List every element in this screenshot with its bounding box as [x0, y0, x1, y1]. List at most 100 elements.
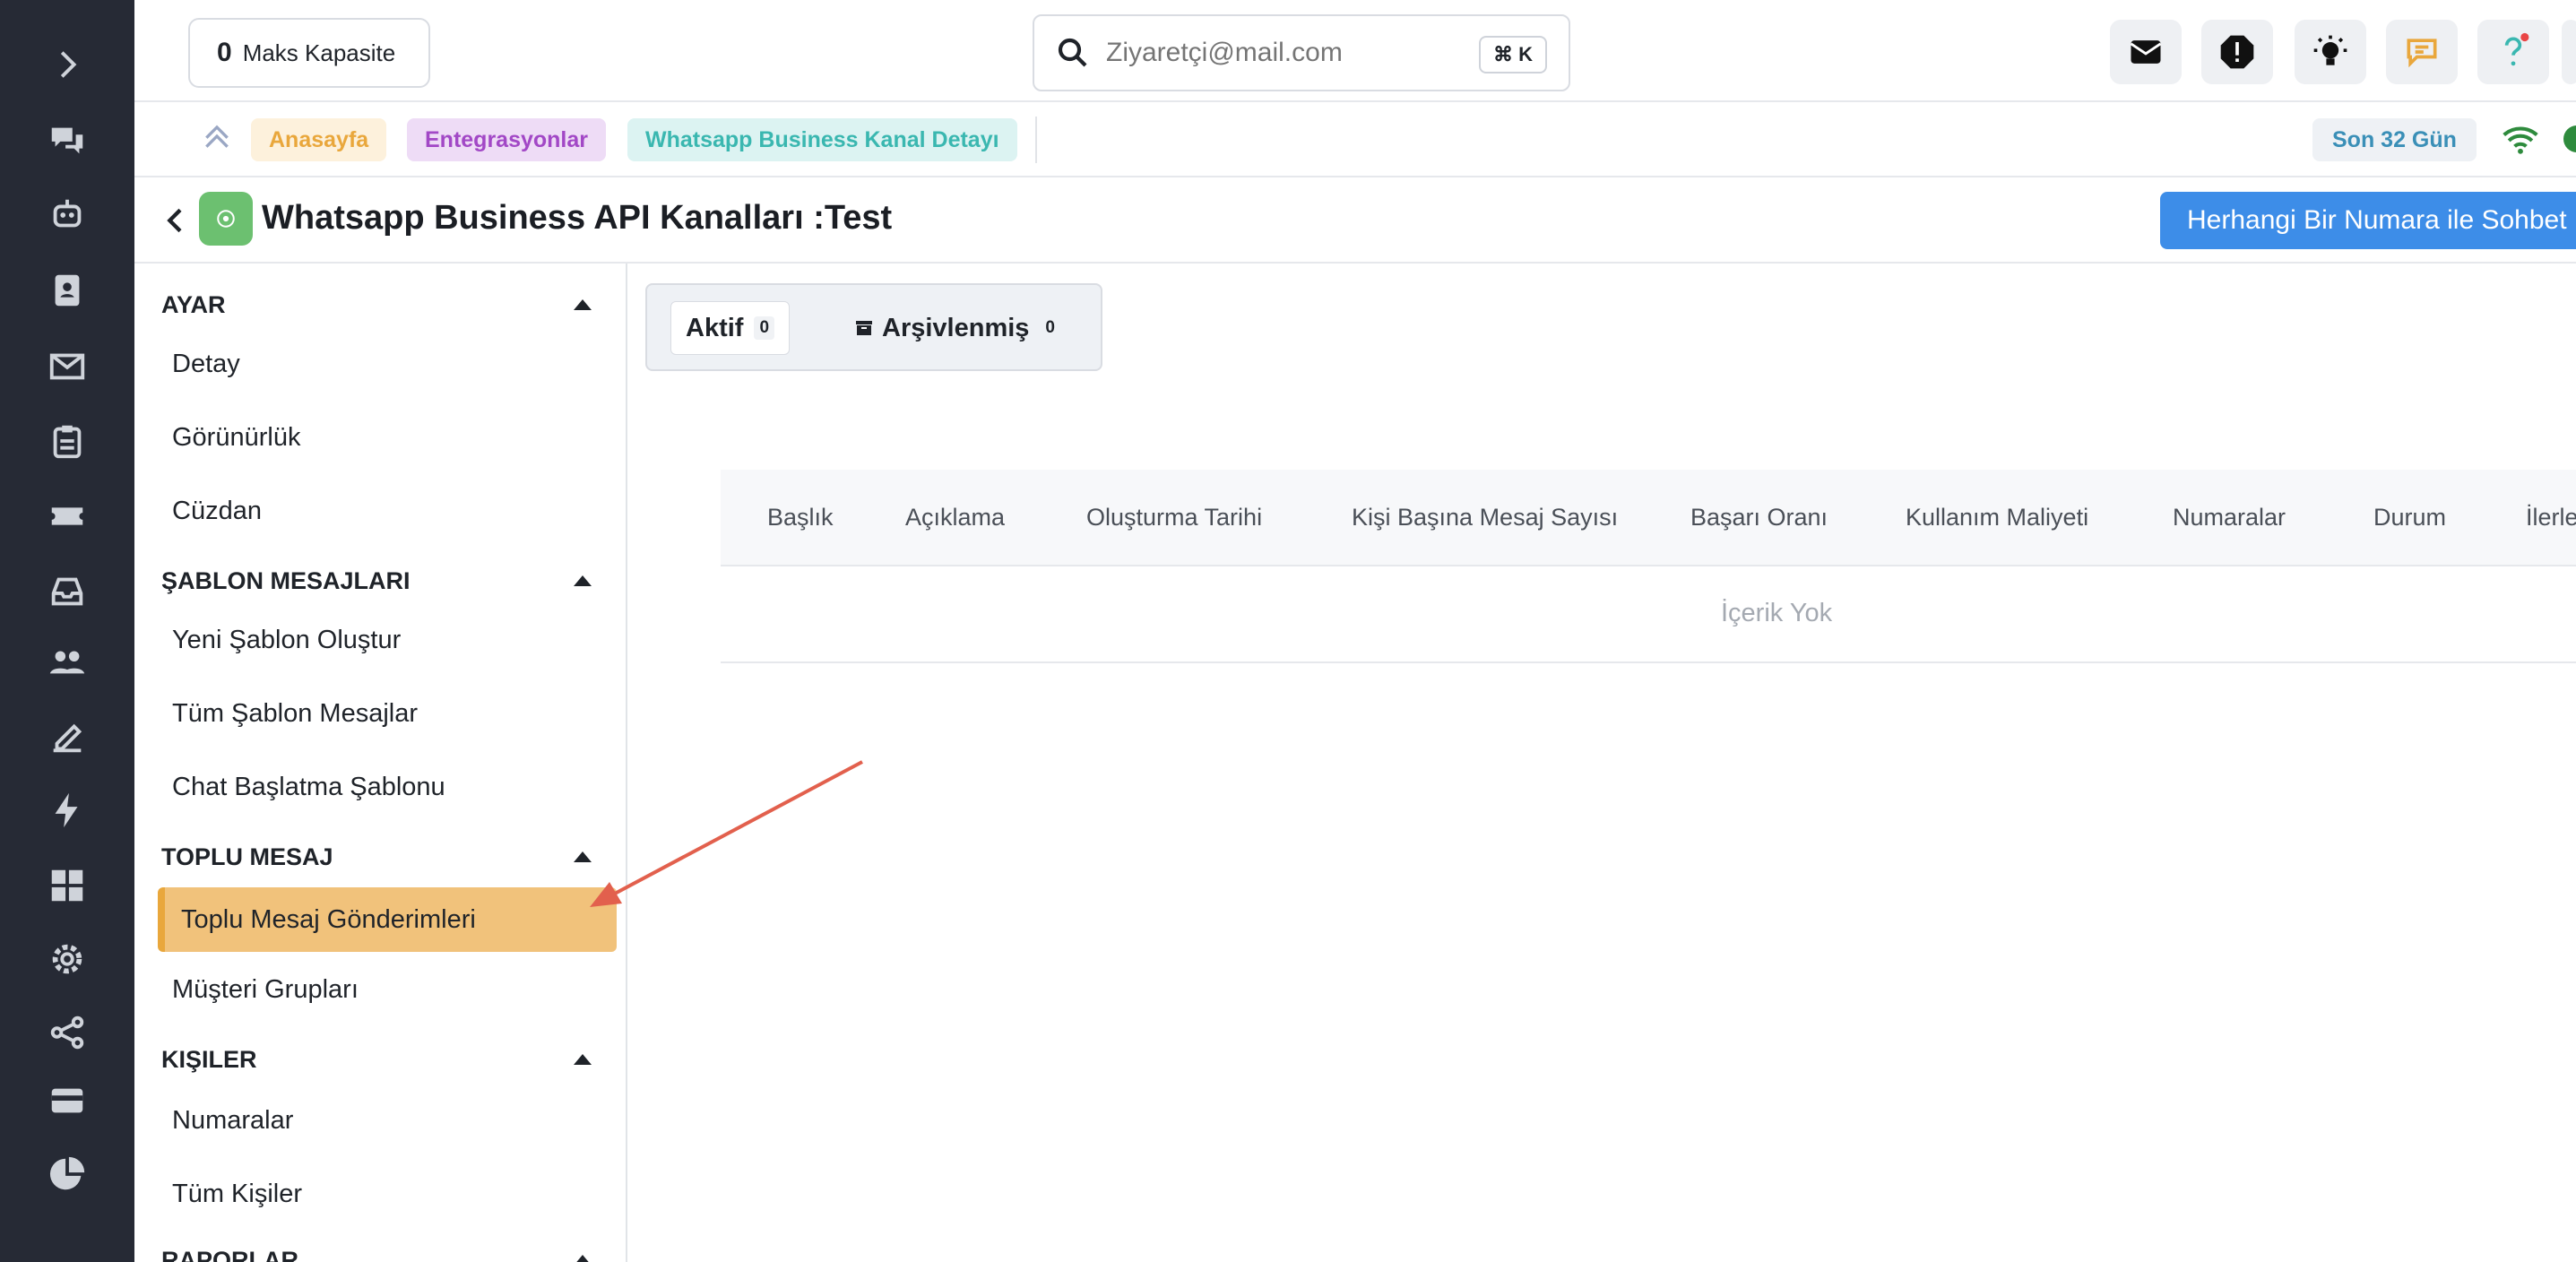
rail-tasks[interactable]: [0, 409, 134, 473]
column-header[interactable]: Kullanım Maliyeti: [1906, 504, 2088, 532]
messages-button[interactable]: [2110, 20, 2182, 84]
rail-bots[interactable]: [0, 183, 134, 247]
page-header: Whatsapp Business API Kanalları :Test He…: [134, 177, 2576, 264]
lightbulb-icon: [2313, 35, 2347, 65]
share-nodes-icon: [50, 1016, 84, 1050]
tab-count: 0: [754, 316, 775, 340]
live-chat-button[interactable]: [2386, 20, 2458, 84]
search-box[interactable]: ⌘ K: [1033, 14, 1570, 91]
section-bulk-message[interactable]: TOPLU MESAJ: [161, 839, 609, 875]
caret-up-icon: [574, 575, 592, 586]
tab-label: Arşivlenmiş: [882, 313, 1030, 342]
column-header[interactable]: İlerleme: [2526, 504, 2576, 532]
alert-octagon-icon: [2220, 35, 2254, 69]
caret-up-icon: [574, 1255, 592, 1262]
expand-rail-button[interactable]: [0, 32, 134, 97]
top-bar: 0 Maks Kapasite ⌘ K: [134, 0, 2576, 102]
column-header[interactable]: Başlık: [767, 504, 834, 532]
chevron-right-icon: [60, 51, 77, 78]
section-templates[interactable]: ŞABLON MESAJLARI: [161, 563, 609, 599]
main-rail: [0, 0, 134, 1262]
rail-tickets[interactable]: [0, 484, 134, 549]
search-icon: [1058, 38, 1087, 67]
start-chat-button[interactable]: Herhangi Bir Numara ile Sohbet: [2160, 192, 2576, 249]
rail-chats[interactable]: [0, 108, 134, 172]
nav-item-wallet[interactable]: Cüzdan: [172, 497, 262, 526]
ticket-icon: [51, 507, 83, 525]
rail-reports[interactable]: [0, 1142, 134, 1206]
lightning-icon: [55, 792, 78, 828]
rail-integrations[interactable]: [0, 1000, 134, 1065]
column-header[interactable]: Açıklama: [905, 504, 1005, 532]
rail-contacts[interactable]: [0, 258, 134, 323]
nav-item-visibility[interactable]: Görünürlük: [172, 423, 300, 453]
tab-label: Aktif: [686, 313, 744, 342]
breadcrumb-integrations[interactable]: Entegrasyonlar: [407, 118, 607, 161]
breadcrumb-channel-detail[interactable]: Whatsapp Business Kanal Detayı: [627, 118, 1017, 161]
caret-up-icon: [574, 299, 592, 310]
empty-state-row: İçerik Yok: [721, 566, 2576, 663]
rail-billing[interactable]: [0, 1068, 134, 1133]
annotation-arrow: [590, 760, 863, 907]
pie-chart-icon: [49, 1156, 85, 1190]
search-input[interactable]: [1106, 38, 1465, 68]
column-header[interactable]: Oluşturma Tarihi: [1086, 504, 1262, 532]
section-contacts[interactable]: KIŞILER: [161, 1042, 609, 1077]
nav-item-all-contacts[interactable]: Tüm Kişiler: [172, 1180, 302, 1209]
envelope-icon: [49, 353, 85, 380]
envelope-icon: [2130, 40, 2162, 64]
chat-bubbles-icon: [51, 127, 83, 154]
nav-item-new-template[interactable]: Yeni Şablon Oluştur: [172, 626, 401, 655]
nav-item-chat-start-template[interactable]: Chat Başlatma Şablonu: [172, 773, 445, 802]
nav-item-detail[interactable]: Detay: [172, 350, 240, 379]
collapse-chevron-up-icon[interactable]: [199, 118, 235, 154]
tab-active[interactable]: Aktif 0: [670, 301, 791, 355]
column-header[interactable]: Numaralar: [2173, 504, 2286, 532]
breadcrumb-home[interactable]: Anasayfa: [251, 118, 387, 161]
profile-button[interactable]: [2562, 20, 2576, 84]
section-title: KIŞILER: [161, 1045, 257, 1073]
channel-settings-nav: AYAR Detay Görünürlük Cüzdan ŞABLON MESA…: [134, 264, 627, 1262]
rail-automation[interactable]: [0, 778, 134, 843]
tab-count: 0: [1045, 318, 1055, 337]
alerts-button[interactable]: [2201, 20, 2273, 84]
rail-inbox[interactable]: [0, 559, 134, 624]
contact-book-icon: [55, 274, 80, 307]
section-reports[interactable]: RAPORLAR: [161, 1242, 609, 1262]
rail-mail[interactable]: [0, 333, 134, 398]
theme-toggle-button[interactable]: [2295, 20, 2366, 84]
section-title: RAPORLAR: [161, 1246, 298, 1262]
nav-item-customer-groups[interactable]: Müşteri Grupları: [172, 975, 359, 1005]
back-arrow-icon[interactable]: [158, 203, 194, 238]
status-tabs: Aktif 0 Arşivlenmiş 0: [645, 283, 1102, 371]
section-ayar[interactable]: AYAR: [161, 287, 609, 323]
breadcrumb-divider: [1035, 117, 1037, 163]
capacity-label: Maks Kapasite: [242, 39, 396, 66]
rail-dashboard[interactable]: [0, 853, 134, 918]
whatsapp-channel-icon: [199, 192, 253, 246]
column-header[interactable]: Durum: [2373, 504, 2446, 532]
rail-forms[interactable]: [0, 704, 134, 769]
robot-icon: [53, 199, 82, 228]
archive-box-icon: [856, 321, 872, 335]
capacity-value: 0: [217, 38, 232, 67]
nav-item-all-templates[interactable]: Tüm Şablon Mesajlar: [172, 699, 418, 729]
empty-state-text: İçerik Yok: [1721, 599, 1833, 627]
capacity-badge[interactable]: 0 Maks Kapasite: [188, 18, 430, 88]
page-title: Whatsapp Business API Kanalları :Test: [262, 199, 893, 237]
column-header[interactable]: Başarı Oranı: [1690, 504, 1828, 532]
chat-bubble-icon: [2407, 39, 2437, 68]
clipboard-icon: [53, 425, 82, 459]
column-header[interactable]: Kişi Başına Mesaj Sayısı: [1352, 504, 1618, 532]
section-title: AYAR: [161, 290, 226, 318]
search-shortcut: ⌘ K: [1479, 36, 1547, 73]
help-button[interactable]: [2477, 20, 2549, 84]
nav-item-numbers[interactable]: Numaralar: [172, 1106, 293, 1136]
rail-teams[interactable]: [0, 629, 134, 694]
nav-item-bulk-sends[interactable]: Toplu Mesaj Gönderimleri: [158, 887, 617, 952]
tab-archived[interactable]: Arşivlenmiş 0: [839, 301, 1075, 355]
date-range-button[interactable]: Son 32 Gün: [2312, 118, 2477, 161]
rail-settings[interactable]: [0, 927, 134, 991]
inbox-tray-icon: [51, 577, 83, 606]
question-mark-icon: [2504, 32, 2529, 66]
